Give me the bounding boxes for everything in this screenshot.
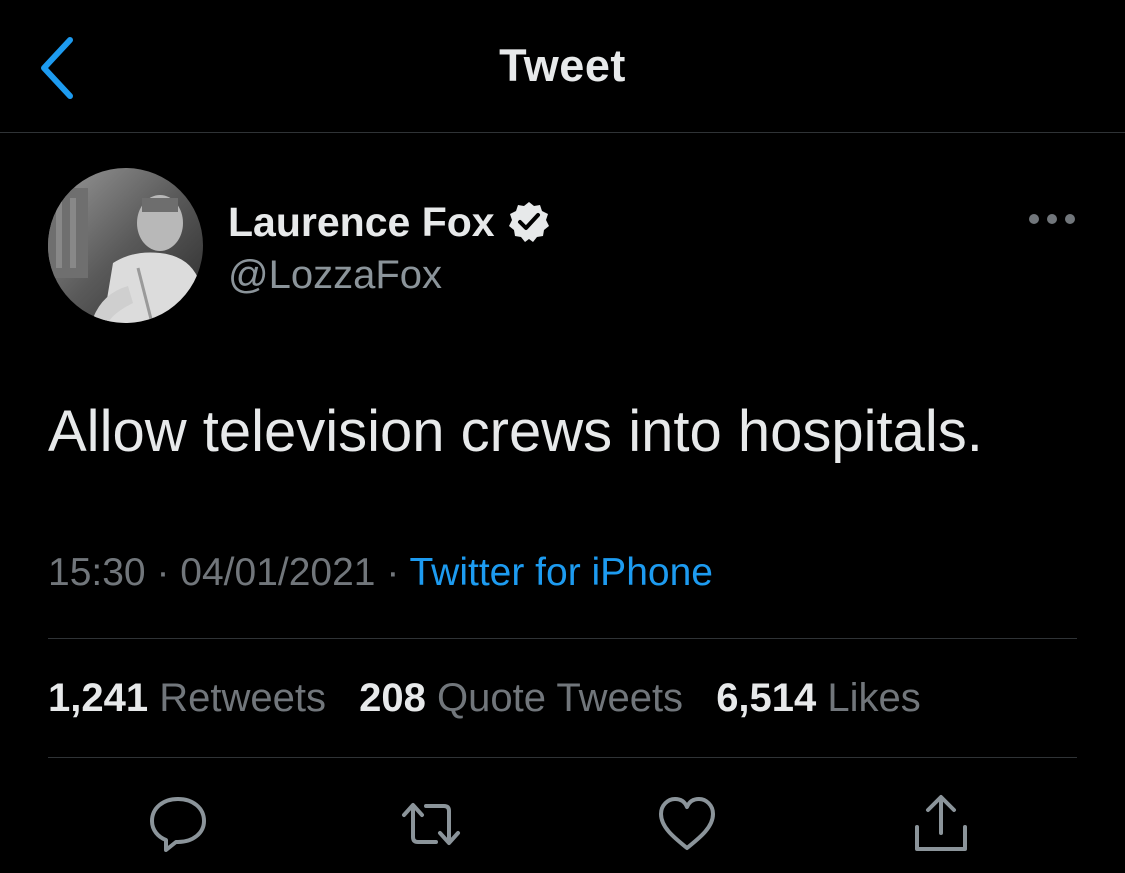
author-name-row[interactable]: Laurence Fox	[228, 196, 551, 248]
share-icon	[915, 795, 967, 851]
author-display-name: Laurence Fox	[228, 198, 495, 245]
likes-stat[interactable]: 6,514 Likes	[716, 676, 921, 720]
quote-tweets-count: 208	[359, 676, 426, 720]
tweet-meta: 15:30 · 04/01/2021 · Twitter for iPhone	[48, 551, 713, 595]
tweet-time: 15:30	[48, 551, 146, 594]
reply-icon	[150, 797, 206, 852]
avatar-photo	[48, 168, 203, 323]
page-title: Tweet	[499, 40, 626, 91]
author-handle[interactable]: @LozzaFox	[228, 253, 442, 298]
tweet-source-link[interactable]: Twitter for iPhone	[409, 551, 712, 594]
more-dots-icon	[1029, 214, 1075, 224]
retweets-stat[interactable]: 1,241 Retweets	[48, 676, 326, 720]
meta-separator: ·	[386, 551, 400, 594]
share-button[interactable]	[910, 793, 972, 855]
tweet-stats: 1,241 Retweets 208 Quote Tweets 6,514 Li…	[48, 676, 943, 721]
quote-tweets-stat[interactable]: 208 Quote Tweets	[359, 676, 683, 720]
like-button[interactable]	[656, 793, 718, 855]
likes-label: Likes	[827, 676, 921, 720]
verified-badge-icon	[508, 202, 549, 242]
avatar[interactable]	[48, 168, 203, 323]
tweet-text: Allow television crews into hospitals.	[48, 399, 983, 464]
divider	[48, 638, 1077, 639]
more-options-button[interactable]	[1026, 204, 1078, 234]
tweet-date: 04/01/2021	[180, 551, 376, 594]
like-icon	[659, 797, 715, 850]
likes-count: 6,514	[716, 676, 817, 720]
reply-button[interactable]	[147, 793, 209, 855]
meta-separator: ·	[156, 551, 170, 594]
quote-tweets-label: Quote Tweets	[436, 676, 684, 720]
retweets-label: Retweets	[159, 676, 326, 720]
divider	[48, 757, 1077, 758]
retweet-icon	[402, 803, 460, 845]
top-bar: Tweet	[0, 0, 1125, 133]
retweets-count: 1,241	[48, 676, 149, 720]
retweet-button[interactable]	[400, 793, 462, 855]
